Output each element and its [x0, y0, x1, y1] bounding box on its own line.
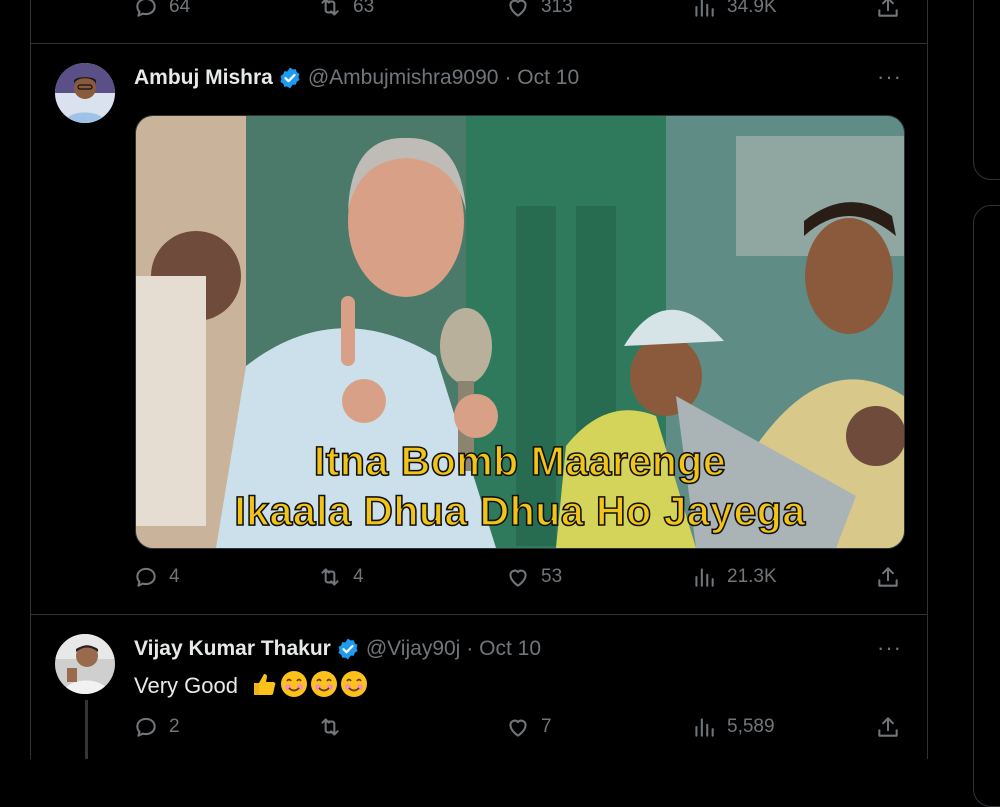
like-count: 313: [541, 0, 573, 17]
reply-count: 64: [169, 0, 191, 17]
verified-badge-icon: [338, 638, 358, 660]
emoji-row: [250, 670, 368, 698]
like-button[interactable]: 53: [505, 564, 562, 590]
smiling-emoji: [281, 671, 308, 697]
views-icon: [695, 718, 714, 737]
retweet-count: 63: [353, 0, 375, 17]
image-caption-line-2: Ikaala Dhua Dhua Ho Jayega: [234, 487, 806, 535]
prev-tweet-actions: 64 63 313 34.9K: [31, 0, 927, 28]
reply-text: Very Good: [134, 670, 368, 699]
tweet-image[interactable]: Itna Bomb Maarenge Ikaala Dhua Dhua Ho J…: [135, 115, 905, 549]
like-icon: [509, 719, 527, 737]
timeline: 64 63 313 34.9K Ambuj Mishra @Ambujmishr…: [30, 0, 928, 759]
retweet-icon: [321, 0, 339, 16]
sidebar-card-bottom: [973, 205, 1000, 807]
share-icon: [878, 567, 898, 587]
reply-count: 4: [169, 566, 180, 587]
reply-date[interactable]: · Oct 10: [466, 637, 541, 661]
views-icon: [695, 0, 714, 17]
author-name[interactable]: Ambuj Mishra: [134, 66, 273, 90]
more-icon[interactable]: ···: [877, 64, 902, 90]
retweet-button[interactable]: 63: [317, 0, 374, 20]
retweet-icon: [321, 718, 339, 736]
sidebar-card-top: [973, 0, 1000, 180]
reply-header: Vijay Kumar Thakur @Vijay90j · Oct 10: [134, 637, 541, 661]
like-count: 7: [541, 716, 552, 737]
smiling-emoji: [311, 671, 338, 697]
share-button[interactable]: [875, 714, 901, 740]
retweet-button[interactable]: 4: [317, 564, 364, 590]
author-handle[interactable]: @Ambujmishra9090: [308, 66, 499, 90]
views-button[interactable]: 5,589: [691, 714, 775, 740]
reply-icon: [136, 717, 156, 737]
views-count: 34.9K: [727, 0, 777, 17]
reply-icon: [136, 567, 156, 587]
reply-button[interactable]: 2: [133, 714, 180, 740]
reply-count: 2: [169, 716, 180, 737]
reply-icon: [136, 0, 156, 17]
like-button[interactable]: 7: [505, 714, 552, 740]
avatar[interactable]: [55, 634, 115, 694]
views-button[interactable]: 21.3K: [691, 564, 777, 590]
retweet-count: 4: [353, 566, 364, 587]
reply-text-content: Very Good: [134, 673, 238, 698]
views-count: 5,589: [727, 716, 775, 737]
tweet-date[interactable]: · Oct 10: [504, 66, 579, 90]
tweet-header: Ambuj Mishra @Ambujmishra9090 · Oct 10: [134, 66, 579, 90]
more-icon[interactable]: ···: [877, 635, 902, 661]
thumbs-up-emoji: [254, 674, 276, 695]
share-button[interactable]: [875, 564, 901, 590]
views-icon: [695, 568, 714, 587]
retweet-button[interactable]: [317, 714, 353, 740]
author-name[interactable]: Vijay Kumar Thakur: [134, 637, 331, 661]
reply-button[interactable]: 4: [133, 564, 180, 590]
divider: [31, 43, 927, 44]
author-handle[interactable]: @Vijay90j: [366, 637, 460, 661]
smiling-emoji: [341, 671, 368, 697]
like-count: 53: [541, 566, 563, 587]
tweet-actions: 4 4 53 21.3K: [31, 564, 927, 598]
reply-button[interactable]: 64: [133, 0, 190, 20]
divider: [31, 614, 927, 615]
like-icon: [509, 569, 527, 587]
share-button[interactable]: [875, 0, 901, 20]
retweet-icon: [321, 568, 339, 586]
like-button[interactable]: 313: [505, 0, 573, 20]
views-button[interactable]: 34.9K: [691, 0, 777, 20]
reply-actions: 2 7 5,589: [31, 714, 927, 748]
like-icon: [509, 0, 527, 17]
image-caption-line-1: Itna Bomb Maarenge: [313, 437, 727, 485]
share-icon: [878, 717, 898, 737]
avatar[interactable]: [55, 63, 115, 123]
share-icon: [878, 0, 898, 17]
verified-badge-icon: [280, 67, 300, 89]
views-count: 21.3K: [727, 566, 777, 587]
